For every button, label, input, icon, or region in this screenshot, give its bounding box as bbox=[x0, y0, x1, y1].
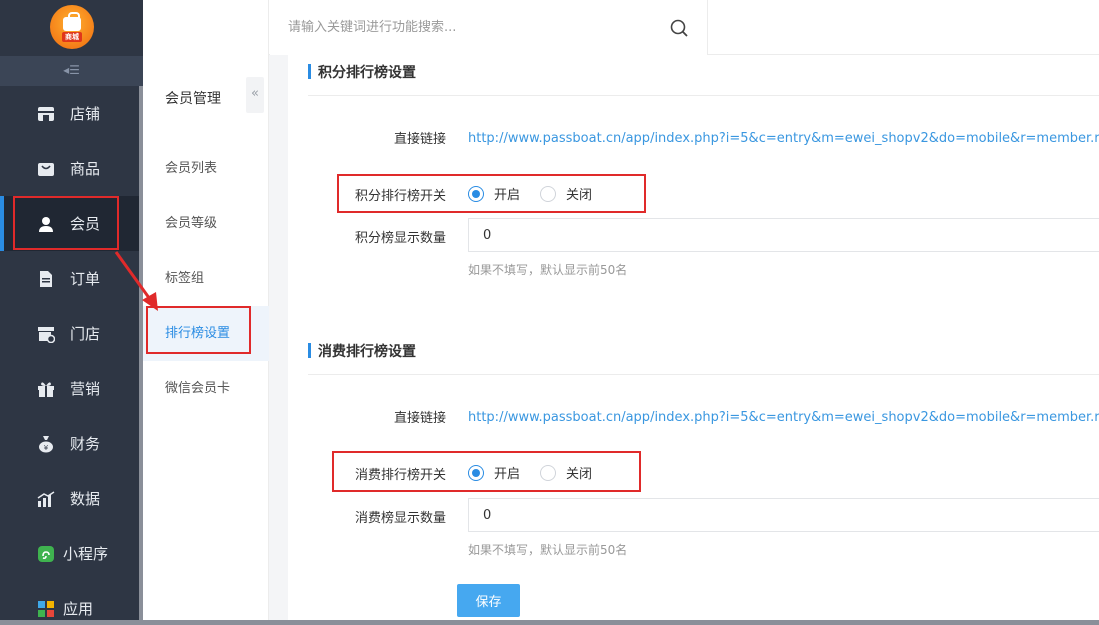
search-icon[interactable] bbox=[669, 18, 689, 38]
sidebar-item-apps[interactable]: 应用 bbox=[0, 581, 139, 625]
annotation-box-points-switch bbox=[337, 174, 646, 213]
sidebar-item-store[interactable]: 店铺 bbox=[0, 86, 139, 141]
sidebar-item-label: 财务 bbox=[70, 435, 101, 453]
consume-count-input[interactable] bbox=[468, 498, 1099, 532]
points-count-hint: 如果不填写，默认显示前50名 bbox=[468, 263, 628, 277]
shop-logo[interactable]: 商城 bbox=[50, 5, 94, 49]
consume-count-label: 消费榜显示数量 bbox=[354, 511, 446, 526]
points-link-url[interactable]: http://www.passboat.cn/app/index.php?i=5… bbox=[468, 131, 1099, 146]
sidebar-item-data[interactable]: 数据 bbox=[0, 471, 139, 526]
consume-count-hint: 如果不填写，默认显示前50名 bbox=[468, 543, 628, 557]
sidebar-item-order[interactable]: 订单 bbox=[0, 251, 139, 306]
submenu-item-member-level[interactable]: 会员等级 bbox=[143, 196, 269, 251]
sidebar-item-shop[interactable]: 门店 bbox=[0, 306, 139, 361]
gift-icon bbox=[37, 380, 55, 398]
sidebar-item-label: 数据 bbox=[70, 490, 101, 508]
sidebar-item-mini-program[interactable]: 小程序 bbox=[0, 526, 139, 581]
consume-section-title: 消费排行榜设置 bbox=[308, 341, 416, 361]
submenu-title: 会员管理 bbox=[165, 91, 221, 107]
sidebar-item-goods[interactable]: 商品 bbox=[0, 141, 139, 196]
sidebar-item-label: 应用 bbox=[63, 600, 94, 618]
sidebar-item-label: 店铺 bbox=[70, 105, 101, 123]
main-content: 积分排行榜设置 直接链接 http://www.passboat.cn/app/… bbox=[288, 55, 1099, 625]
submenu-item-member-list[interactable]: 会员列表 bbox=[143, 141, 269, 196]
money-bag-icon: ¥ bbox=[37, 435, 55, 453]
shopping-bag-logo-icon bbox=[63, 11, 81, 31]
shop-settings-icon bbox=[37, 325, 55, 343]
annotation-box-ranking bbox=[146, 306, 251, 354]
main-sidebar: 商城 ◂☰ 店铺 商品 会员 订单 门店 营销 ¥ 财务 数据 小程序 应用 bbox=[0, 0, 143, 625]
search-input[interactable] bbox=[270, 0, 708, 55]
annotation-box-member bbox=[13, 196, 119, 250]
submenu-item-wechat-card[interactable]: 微信会员卡 bbox=[143, 361, 269, 416]
submenu-collapse-button[interactable]: « bbox=[246, 77, 264, 113]
shopping-bag-icon bbox=[37, 160, 55, 178]
main-nav: 店铺 商品 会员 订单 门店 营销 ¥ 财务 数据 小程序 应用 bbox=[0, 86, 139, 625]
sidebar-item-finance[interactable]: ¥ 财务 bbox=[0, 416, 139, 471]
document-icon bbox=[37, 270, 55, 288]
consume-link-url[interactable]: http://www.passboat.cn/app/index.php?i=5… bbox=[468, 410, 1099, 425]
sidebar-item-label: 订单 bbox=[70, 270, 101, 288]
consume-link-label: 直接链接 bbox=[393, 411, 446, 426]
apps-icon bbox=[37, 600, 55, 618]
points-link-label: 直接链接 bbox=[393, 132, 446, 147]
bar-chart-icon bbox=[37, 490, 55, 508]
points-section-title: 积分排行榜设置 bbox=[308, 62, 416, 82]
sidebar-item-label: 商品 bbox=[70, 160, 101, 178]
points-count-input[interactable] bbox=[468, 218, 1099, 252]
save-button[interactable]: 保存 bbox=[457, 584, 520, 617]
submenu-item-tag-group[interactable]: 标签组 bbox=[143, 251, 269, 306]
store-icon bbox=[37, 105, 55, 123]
divider bbox=[308, 374, 1099, 375]
sidebar-collapse-button[interactable]: ◂☰ bbox=[0, 56, 143, 86]
sidebar-item-label: 门店 bbox=[70, 325, 101, 343]
window-bottom-edge bbox=[0, 620, 1099, 625]
sidebar-item-label: 小程序 bbox=[63, 545, 109, 563]
divider bbox=[308, 95, 1099, 96]
sidebar-item-marketing[interactable]: 营销 bbox=[0, 361, 139, 416]
logo-text: 商城 bbox=[62, 31, 82, 42]
logo-area: 商城 bbox=[0, 0, 143, 55]
svg-text:¥: ¥ bbox=[44, 444, 49, 452]
mini-program-icon bbox=[37, 545, 55, 563]
sidebar-item-label: 营销 bbox=[70, 380, 101, 398]
points-count-label: 积分榜显示数量 bbox=[354, 231, 446, 246]
top-bar bbox=[143, 0, 1099, 55]
annotation-box-consume-switch bbox=[332, 451, 641, 492]
